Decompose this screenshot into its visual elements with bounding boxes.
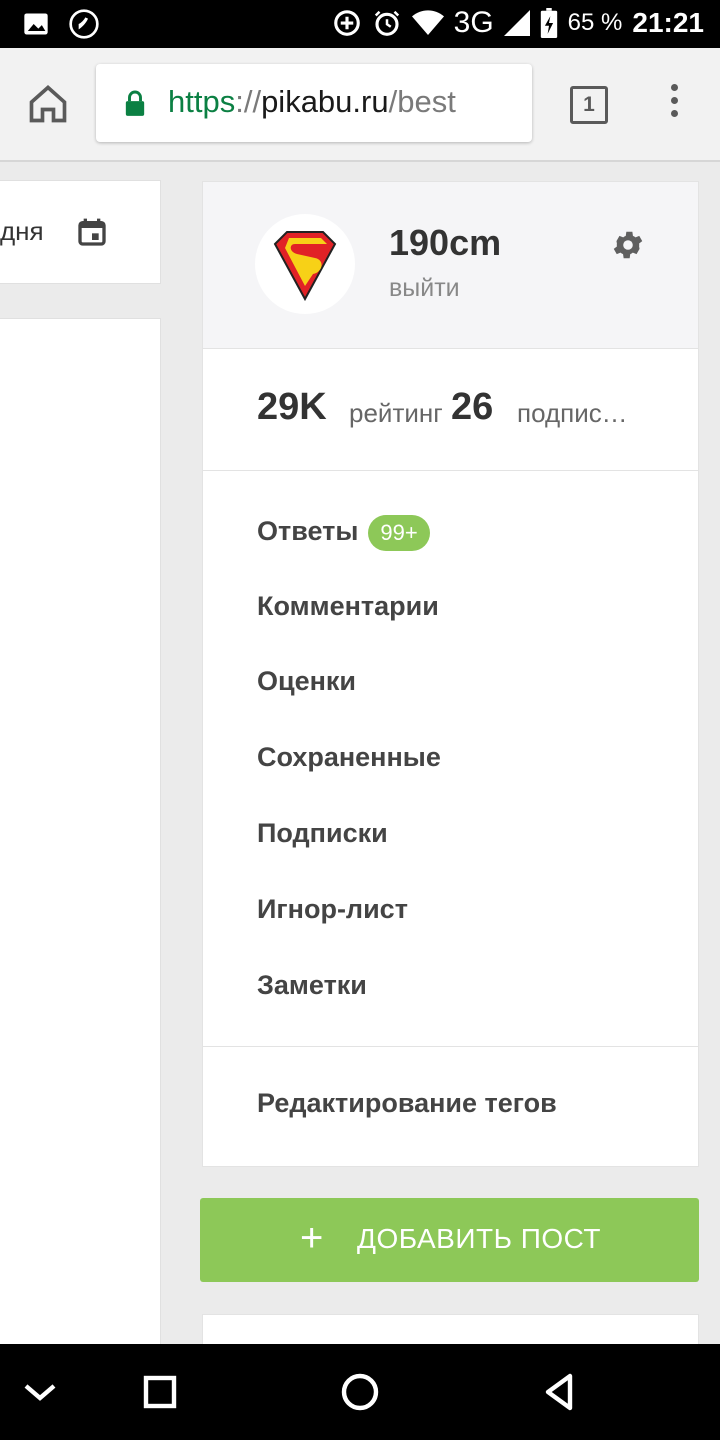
logout-link[interactable]: выйти xyxy=(389,274,460,303)
rating-label: рейтинг xyxy=(349,398,443,428)
add-circle-icon xyxy=(333,10,360,36)
profile-card: 190cm выйти 29K рейтинг 26 подписчиков О… xyxy=(202,181,699,1167)
menu-item-answers[interactable]: Ответы 99+ xyxy=(257,515,430,551)
home-circle-icon[interactable] xyxy=(336,1368,384,1416)
phone-call-icon xyxy=(69,9,99,39)
subscribers-value: 26 xyxy=(451,386,494,428)
battery-charging-icon xyxy=(540,8,557,38)
profile-menu: Ответы 99+ Комментарии Оценки Сохраненные… xyxy=(203,471,698,1047)
feed-card xyxy=(0,318,161,1360)
network-type: 3G xyxy=(453,6,494,39)
rating-value: 29K xyxy=(257,386,327,428)
date-filter-card[interactable]: дня xyxy=(0,180,161,284)
system-nav-bar xyxy=(0,1344,720,1440)
back-icon[interactable] xyxy=(536,1368,584,1416)
calendar-icon[interactable] xyxy=(76,216,108,248)
menu-item-saved[interactable]: Сохраненные xyxy=(257,742,441,773)
browser-toolbar: https://pikabu.ru/best 1 xyxy=(0,48,720,162)
menu-item-notes[interactable]: Заметки xyxy=(257,970,367,1001)
profile-stats: 29K рейтинг 26 подписчиков xyxy=(203,348,698,471)
chevron-down-icon[interactable] xyxy=(16,1368,64,1416)
profile-header: 190cm выйти xyxy=(203,182,698,349)
date-filter-label: дня xyxy=(0,216,44,246)
battery-percent: 65 % xyxy=(567,9,623,36)
home-icon[interactable] xyxy=(26,82,70,126)
image-icon xyxy=(24,13,48,35)
username[interactable]: 190cm xyxy=(389,222,501,264)
clock: 21:21 xyxy=(632,7,704,38)
menu-item-ignore-list[interactable]: Игнор-лист xyxy=(257,894,408,925)
address-bar[interactable]: https://pikabu.ru/best xyxy=(96,64,532,142)
recents-icon[interactable] xyxy=(136,1368,184,1416)
status-bar: 3G 65 % 21:21 xyxy=(0,0,720,48)
avatar[interactable] xyxy=(255,214,355,314)
wifi-icon xyxy=(411,10,444,36)
overflow-menu-icon[interactable] xyxy=(664,84,684,124)
edit-tags-link[interactable]: Редактирование тегов xyxy=(257,1088,557,1119)
superman-logo-icon xyxy=(273,231,337,302)
url-text: https://pikabu.ru/best xyxy=(168,84,456,119)
alarm-icon xyxy=(374,10,399,36)
tab-switcher-button[interactable]: 1 xyxy=(570,86,608,124)
signal-icon xyxy=(503,10,530,36)
menu-item-subscriptions[interactable]: Подписки xyxy=(257,818,388,849)
plus-icon: + xyxy=(300,1216,324,1260)
answers-count-badge: 99+ xyxy=(368,515,430,551)
add-post-label: ДОБАВИТЬ ПОСТ xyxy=(357,1223,602,1254)
add-post-button[interactable]: + ДОБАВИТЬ ПОСТ xyxy=(200,1198,699,1282)
menu-item-ratings[interactable]: Оценки xyxy=(257,666,356,697)
lock-icon xyxy=(125,90,145,116)
menu-item-comments[interactable]: Комментарии xyxy=(257,591,439,622)
gear-icon[interactable] xyxy=(610,227,646,263)
subscribers-label: подписчиков xyxy=(517,398,637,428)
